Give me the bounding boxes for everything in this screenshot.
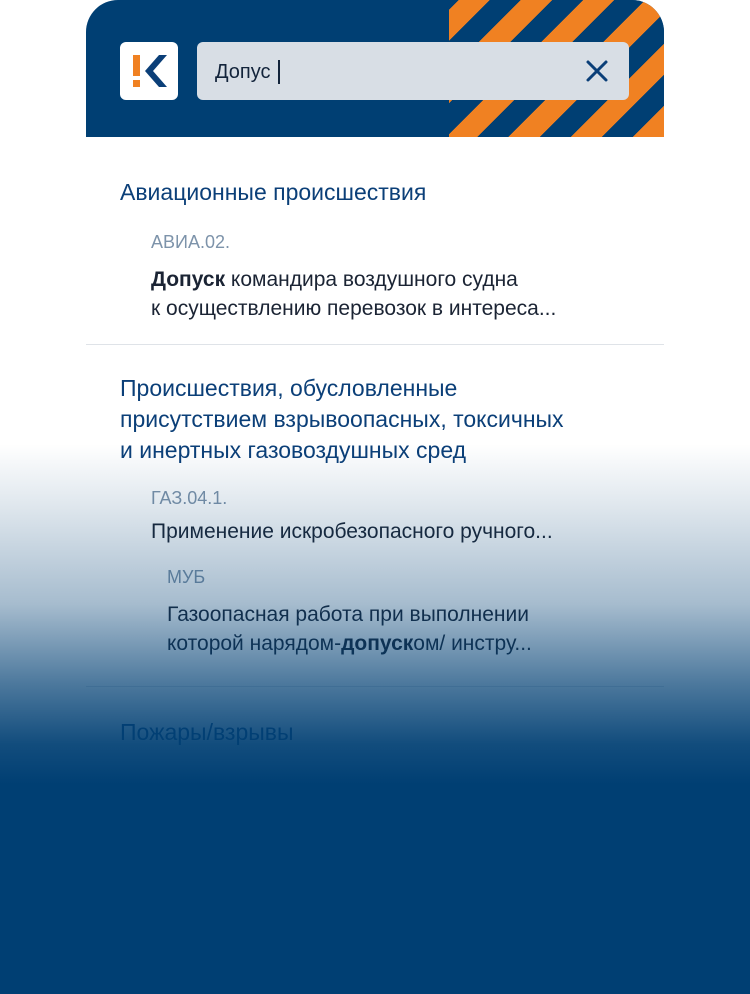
divider [86,686,664,687]
search-field[interactable] [197,42,629,102]
app-logo[interactable] [120,42,178,100]
item-code: АВИА.02. [151,232,230,252]
match-highlight: Допуск [151,268,226,291]
k-logo-icon [133,55,167,87]
result-item[interactable]: АВИА.02. Допуск командира воздушного суд… [151,232,631,323]
group-title: Авиационные происшествия [120,179,427,205]
close-icon [586,60,608,82]
item-text-line2: к осуществлению перевозок в интереса... [151,297,557,320]
search-input[interactable] [213,42,577,102]
item-text-rest: командира воздушного судна [225,268,518,291]
item-text: Допуск командира воздушного судна [151,265,631,294]
item-text: Применение искробезопасного ручного... [151,520,553,543]
result-group-fires: Пожары/взрывы [86,717,664,748]
result-group-aviation: Авиационные происшествия [86,177,664,208]
group-title: Пожары/взрывы [120,719,294,745]
group-title-line2: присутствием взрывоопасных, токсичных [120,406,564,432]
item-code: МУБ [167,567,206,587]
result-item[interactable]: ГАЗ.04.1. Применение искробезопасного ру… [151,488,631,546]
item-text-pre: которой нарядом- [167,632,342,655]
item-text-post: ом/ инстру... [413,632,532,655]
app-header [86,0,664,137]
group-title-line1: Происшествия, обусловленные [120,375,458,401]
group-title-line3: и инертных газовоздушных сред [120,437,467,463]
item-text-line2: которой нарядом-допуском/ инстру... [167,629,637,658]
item-text-line1: Газоопасная работа при выполнении [167,603,529,626]
item-code: ГАЗ.04.1. [151,488,228,508]
clear-search-button[interactable] [583,57,611,85]
match-highlight: допуск [341,632,414,655]
divider [86,344,664,345]
result-group-gas: Происшествия, обусловленные присутствием… [86,373,664,466]
text-caret [278,60,280,84]
result-item[interactable]: МУБ Газоопасная работа при выполнении ко… [167,567,637,658]
search-results: Авиационные происшествия АВИА.02. Допуск… [86,137,664,994]
